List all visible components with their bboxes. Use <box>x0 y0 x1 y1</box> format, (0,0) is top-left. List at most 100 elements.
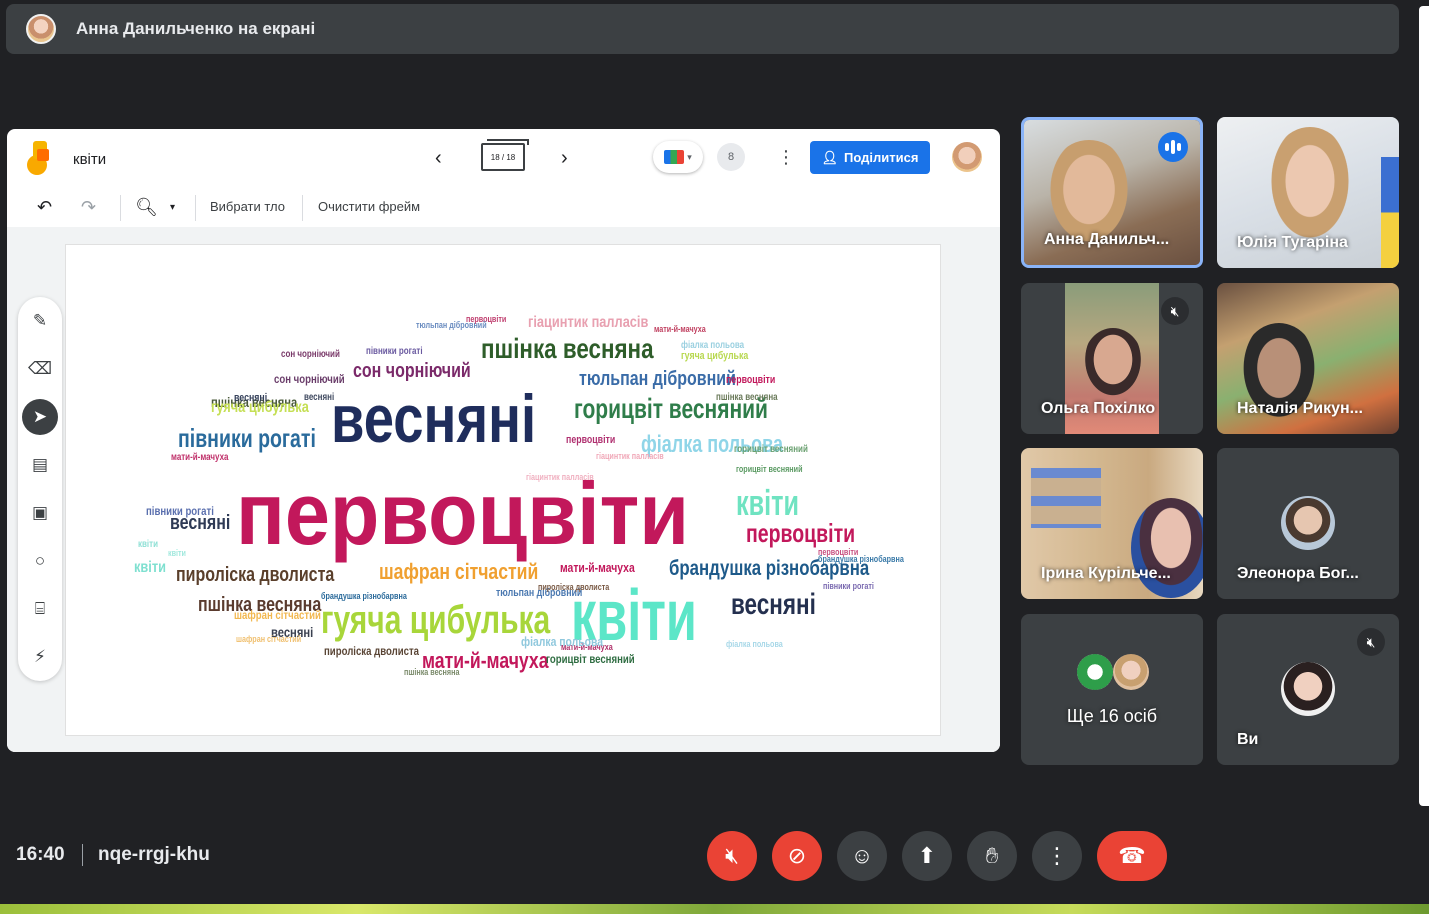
prev-frame-icon[interactable]: ‹ <box>435 147 442 170</box>
present-button[interactable]: ⬆ <box>902 831 952 881</box>
mic-toggle-button[interactable]: 🔇︎ <box>707 831 757 881</box>
meet-chip[interactable]: ▾ <box>653 141 703 173</box>
jam-title[interactable]: квіти <box>73 151 106 168</box>
word-cloud-word: мати-й-мачуха <box>171 452 229 463</box>
speaking-indicator-icon <box>1158 132 1188 162</box>
pen-icon[interactable]: ✎ <box>22 303 58 339</box>
side-panel-edge <box>1419 6 1429 806</box>
meeting-time: 16:40 <box>16 844 65 865</box>
jamboard-toolbar: ↶ ↷ 🔍︎ ▾ Вибрати тло Очистити фрейм <box>7 187 1000 227</box>
zoom-icon[interactable]: 🔍︎ <box>135 197 158 218</box>
sticky-note-icon[interactable]: ▤ <box>22 447 58 483</box>
select-pointer-icon[interactable]: ➤ <box>22 399 58 435</box>
participant-name: Ви <box>1237 731 1259 748</box>
participant-avatar <box>1281 662 1335 716</box>
presenting-banner: Анна Данильченко на екрані <box>6 4 1399 54</box>
word-cloud-word: квіти <box>736 482 799 523</box>
jam-canvas[interactable]: первоцвіти весняні квіти пшінка весняна гори… <box>7 227 1000 752</box>
word-cloud-word: горицвіт весняний <box>546 652 635 666</box>
mic-off-icon: 🔇︎ <box>1161 297 1189 325</box>
circle-shape-icon[interactable]: ○ <box>22 543 58 579</box>
word-cloud-word: півники рогаті <box>823 581 874 591</box>
word-cloud-word: сон чорніючий <box>281 349 340 360</box>
word-cloud-word: півники рогаті <box>366 346 423 357</box>
word-cloud-word: пшінка весняна <box>716 392 778 403</box>
frame-counter[interactable]: 18 / 18 <box>481 139 529 171</box>
person-video <box>1083 328 1143 398</box>
participant-tile-eleonora[interactable]: Элеонора Бог... <box>1217 448 1399 599</box>
person-icon: 👤︎ <box>821 149 839 165</box>
image-icon[interactable]: ▣ <box>22 495 58 531</box>
person-video <box>1265 127 1355 247</box>
share-button[interactable]: 👤︎ Поділитися <box>810 141 930 174</box>
word-cloud-word: пшінка весняна <box>481 333 654 364</box>
word-cloud-word: пироліска дволиста <box>538 582 610 592</box>
participant-tile-anna[interactable]: Анна Данильч... <box>1021 117 1203 268</box>
mic-off-icon: 🔇︎ <box>725 843 739 868</box>
word-cloud-word: пироліска дволиста <box>324 644 419 658</box>
frame-counter-text: 18 / 18 <box>490 152 516 162</box>
word-cloud-word: гуяча цибулька <box>321 598 551 642</box>
word-cloud-word: первоцвіти <box>566 434 616 446</box>
eraser-icon[interactable]: ⌫ <box>22 351 58 387</box>
raise-hand-button[interactable]: ✋︎ <box>967 831 1017 881</box>
clear-frame-button[interactable]: Очистити фрейм <box>318 199 420 214</box>
flag-decoration <box>1381 157 1399 268</box>
participant-name: Ольга Похілко <box>1041 400 1156 417</box>
redo-icon[interactable]: ↷ <box>81 197 96 218</box>
user-avatar[interactable] <box>952 142 982 172</box>
more-vert-icon[interactable]: ⋮ <box>777 147 795 168</box>
next-frame-icon[interactable]: › <box>561 147 568 170</box>
word-cloud-word: сон чорніючий <box>274 372 345 386</box>
participant-avatar <box>1281 496 1335 550</box>
presenting-text: Анна Данильченко на екрані <box>76 19 316 38</box>
word-cloud-word: гіацинтик палласів <box>596 451 664 461</box>
laser-icon[interactable]: ⚡ <box>22 639 58 675</box>
more-options-button[interactable]: ⋮ <box>1032 831 1082 881</box>
word-cloud-word: шафран сітчастий <box>234 608 321 622</box>
toolbar-divider <box>120 195 121 221</box>
present-screen-icon: ⬆ <box>917 843 937 868</box>
leave-call-button[interactable]: ☎︎ <box>1097 831 1167 881</box>
participant-tile-more[interactable]: Ще 16 осіб <box>1021 614 1203 765</box>
emoji-icon: ☺ <box>850 843 874 868</box>
participant-avatar <box>1077 654 1113 690</box>
shared-screen[interactable]: квіти ‹ 18 / 18 › ▾ 8 ⋮ 👤︎ Поділитися ↶ … <box>7 129 1000 752</box>
word-cloud-word: первоцвіти <box>818 547 859 557</box>
word-cloud-word: квіти <box>134 559 166 576</box>
jamboard-header: квіти ‹ 18 / 18 › ▾ 8 ⋮ 👤︎ Поділитися <box>7 129 1000 187</box>
word-cloud: первоцвіти весняні квіти пшінка весняна гори… <box>66 245 942 737</box>
tool-palette: ✎ ⌫ ➤ ▤ ▣ ○ ⌸ ⚡ <box>18 297 62 681</box>
word-cloud-word: гіацинтик палласів <box>526 472 594 482</box>
participant-tile-yulia[interactable]: Юлія Тугаріна <box>1217 117 1399 268</box>
jamboard-logo-icon <box>27 141 51 175</box>
text-box-icon[interactable]: ⌸ <box>22 591 58 627</box>
meeting-code[interactable]: nqe-rrgj-khu <box>98 844 210 866</box>
word-cloud-word: фіалка польова <box>521 634 604 649</box>
participant-tile-natalia[interactable]: Наталія Рикун... <box>1217 283 1399 434</box>
reactions-button[interactable]: ☺ <box>837 831 887 881</box>
undo-icon[interactable]: ↶ <box>37 197 52 218</box>
meet-icon <box>664 150 685 164</box>
participants-count-badge[interactable]: 8 <box>717 143 745 171</box>
word-cloud-word: квіти <box>168 548 186 558</box>
word-cloud-word: горицвіт весняний <box>734 444 808 455</box>
participant-tile-you[interactable]: 🔇︎ Ви <box>1217 614 1399 765</box>
word-cloud-word: тюльпан дібровний <box>579 368 736 390</box>
camera-toggle-button[interactable]: ⊘ <box>772 831 822 881</box>
participant-tile-olga[interactable]: 🔇︎ Ольга Похілко <box>1021 283 1203 434</box>
word-cloud-word: пшінка весняна <box>404 667 460 677</box>
jam-frame[interactable]: первоцвіти весняні квіти пшінка весняна гори… <box>65 244 941 736</box>
desktop-wallpaper-strip <box>0 904 1429 914</box>
set-background-button[interactable]: Вибрати тло <box>210 199 285 214</box>
word-cloud-word: фіалка польова <box>726 639 783 649</box>
mic-off-icon: 🔇︎ <box>1357 628 1385 656</box>
shelf-decoration <box>1031 468 1101 528</box>
word-cloud-word: первоцвіти <box>726 374 776 386</box>
word-cloud-word: гуяча цибулька <box>681 350 749 362</box>
zoom-caret-icon[interactable]: ▾ <box>170 202 175 213</box>
word-cloud-word: мати-й-мачуха <box>560 560 635 575</box>
word-cloud-word: тюльпан дібровний <box>416 320 487 330</box>
more-participants-label: Ще 16 осіб <box>1066 706 1158 726</box>
participant-tile-iryna[interactable]: Ірина Курільче... <box>1021 448 1203 599</box>
